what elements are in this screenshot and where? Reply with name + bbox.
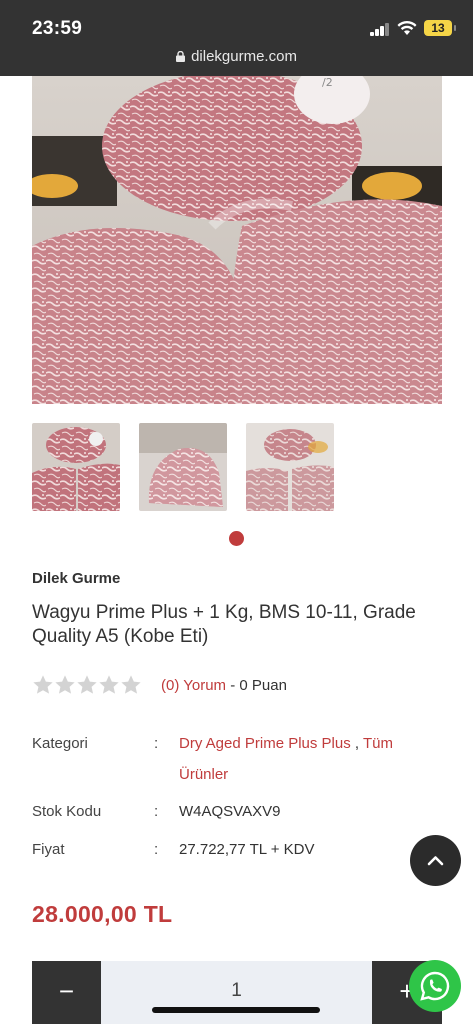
- scroll-to-top-button[interactable]: [410, 835, 461, 886]
- category-colon: :: [154, 735, 159, 752]
- sku-label: Stok Kodu: [32, 803, 102, 820]
- category-link-all[interactable]: Tüm: [363, 735, 393, 752]
- category-separator: ,: [350, 735, 363, 752]
- brand-name[interactable]: Dilek Gurme: [32, 570, 120, 587]
- whatsapp-icon: [420, 971, 450, 1001]
- category-link-dry-aged[interactable]: Dry Aged Prime Plus Plus: [179, 735, 351, 752]
- category-link-all-cont[interactable]: Ürünler: [179, 766, 228, 783]
- carousel-dot-active[interactable]: [229, 531, 244, 546]
- product-title: Wagyu Prime Plus + 1 Kg, BMS 10-11, Grad…: [32, 602, 416, 647]
- star-icon: [33, 675, 53, 694]
- url-text: dilekgurme.com: [191, 48, 297, 65]
- whatsapp-button[interactable]: [409, 960, 461, 1012]
- sku-value: W4AQSVAXV9: [179, 803, 281, 820]
- price-colon: :: [154, 841, 159, 858]
- product-main-image[interactable]: /2: [32, 76, 442, 404]
- svg-text:/2: /2: [322, 76, 333, 89]
- signal-icon: [370, 23, 390, 36]
- thumbnail-3[interactable]: [246, 423, 334, 511]
- thumbnail-strip: [32, 423, 334, 513]
- product-price: 28.000,00 TL: [32, 901, 173, 927]
- wagyu-meat-photo: /2: [32, 76, 442, 404]
- thumbnail-2[interactable]: [139, 423, 227, 511]
- thumbnail-1[interactable]: [32, 423, 120, 511]
- points-text: - 0 Puan: [226, 677, 287, 694]
- category-value: Dry Aged Prime Plus Plus , Tüm: [179, 735, 393, 752]
- wagyu-thumb-3: [246, 423, 334, 511]
- lock-icon: [176, 51, 186, 62]
- home-indicator: [152, 1007, 320, 1013]
- quantity-input[interactable]: 1: [101, 961, 372, 1024]
- battery-icon: 13: [424, 20, 456, 36]
- star-icon: [55, 675, 75, 694]
- wagyu-thumb-1: [32, 423, 120, 511]
- wifi-icon: [397, 21, 417, 35]
- star-icon: [99, 675, 119, 694]
- price-net-value: 27.722,77 TL + KDV: [179, 841, 315, 858]
- quantity-stepper: − 1 +: [32, 961, 442, 1024]
- wagyu-thumb-2: [139, 423, 227, 511]
- quantity-decrease-button[interactable]: −: [32, 961, 101, 1024]
- status-time: 23:59: [32, 18, 83, 39]
- star-icon: [121, 675, 141, 694]
- address-bar[interactable]: dilekgurme.com: [0, 48, 473, 65]
- chevron-up-icon: [427, 856, 444, 866]
- review-summary: (0) Yorum - 0 Puan: [161, 677, 287, 694]
- category-label: Kategori: [32, 735, 88, 752]
- price-label: Fiyat: [32, 841, 65, 858]
- star-icon: [77, 675, 97, 694]
- status-bar: 23:59 13 dilekgurme.com: [0, 0, 473, 76]
- sku-colon: :: [154, 803, 159, 820]
- reviews-link[interactable]: (0) Yorum: [161, 677, 226, 694]
